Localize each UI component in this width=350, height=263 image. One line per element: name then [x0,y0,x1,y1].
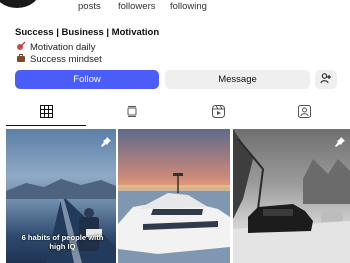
tab-posts-grid[interactable] [26,104,66,124]
post-thumbnail[interactable] [118,129,230,263]
profile-tabs [0,104,350,124]
posts-count-label[interactable]: posts [78,1,101,12]
bio-text: Success mindset [30,53,102,65]
post-thumbnail[interactable]: 6 habits of people with high IQ [6,129,116,263]
add-user-button[interactable] [315,70,337,89]
pin-icon [101,134,111,152]
grid-icon [39,105,53,123]
pin-icon [335,134,345,152]
briefcase-icon [15,53,26,65]
posts-grid: 6 habits of people with high IQ [6,129,350,263]
feed-icon [126,105,138,123]
post-caption: 6 habits of people with high IQ [21,233,104,251]
tab-tagged[interactable] [284,104,324,124]
followers-count-label[interactable]: followers [118,1,156,12]
avatar[interactable] [0,0,40,8]
snowy-car-image [233,129,350,263]
yacht-image [118,173,230,263]
tab-feed[interactable] [112,104,152,124]
bio-line: Success mindset [15,53,102,65]
bio-text: Motivation daily [30,41,96,53]
following-count-label[interactable]: following [170,1,207,12]
tab-reels[interactable] [198,104,238,124]
reels-icon [211,105,225,123]
follow-button[interactable]: Follow [15,70,159,89]
active-tab-indicator [6,125,86,126]
dart-icon [15,41,26,53]
profile-name: Success | Business | Motivation [15,27,160,38]
bio-line: Motivation daily [15,41,95,53]
post-thumbnail[interactable] [233,129,350,263]
add-user-icon [320,72,332,87]
tagged-icon [297,105,311,123]
message-button[interactable]: Message [165,70,310,89]
